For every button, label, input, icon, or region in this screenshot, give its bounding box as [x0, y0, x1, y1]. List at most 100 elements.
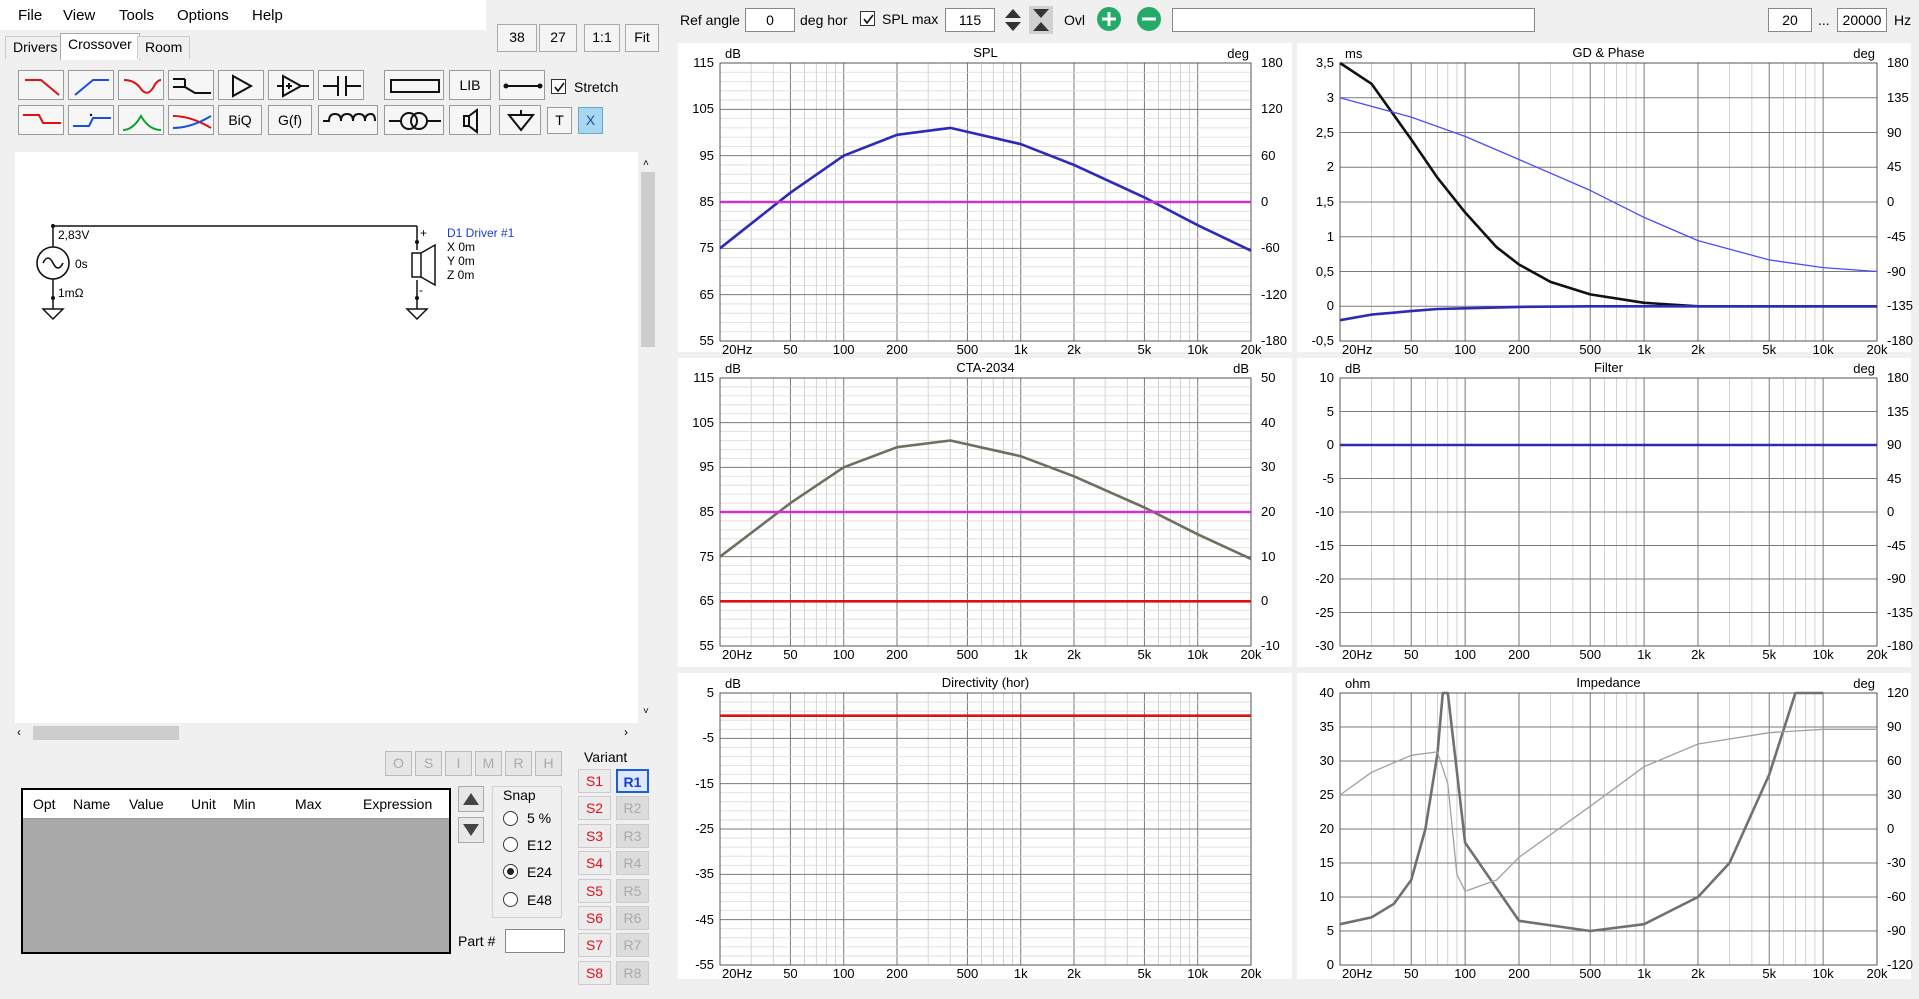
speaker-icon[interactable]	[449, 105, 491, 135]
stretch-checkbox[interactable]	[551, 79, 566, 94]
menu-tools[interactable]: Tools	[119, 7, 154, 24]
scroll-right-icon[interactable]: ›	[624, 725, 628, 739]
spl-max-input[interactable]: 115	[945, 8, 995, 32]
variant-r2-button[interactable]: R2	[616, 796, 649, 821]
gf-icon[interactable]: G(f)	[268, 105, 312, 135]
menu-help[interactable]: Help	[252, 7, 283, 24]
variant-r8-button[interactable]: R8	[616, 960, 649, 985]
scroll-down-icon[interactable]: ˅	[643, 706, 649, 717]
capacitor-icon[interactable]	[318, 70, 364, 100]
part-number-input[interactable]	[505, 929, 565, 953]
chart-panel-3[interactable]	[1297, 358, 1911, 667]
menu-view[interactable]: View	[63, 7, 95, 24]
amplifier-icon[interactable]	[218, 70, 264, 100]
freq-min-input[interactable]: 20	[1768, 8, 1812, 32]
chart-panel-0[interactable]	[678, 43, 1292, 352]
variant-s8-button[interactable]: S8	[578, 960, 611, 985]
wire-icon[interactable]	[499, 70, 545, 100]
horizontal-scroll-thumb[interactable]	[33, 726, 179, 740]
col-name[interactable]: Name	[73, 796, 110, 812]
menu-options[interactable]: Options	[177, 7, 229, 24]
variant-r4-button[interactable]: R4	[616, 851, 649, 876]
zoom-27-button[interactable]: 27	[539, 24, 577, 52]
ref-angle-input[interactable]: 0	[745, 8, 795, 32]
lowpass-alt-icon[interactable]	[18, 105, 64, 135]
col-unit[interactable]: Unit	[191, 796, 216, 812]
canvas-vertical-scrollbar[interactable]: ˄ ˅	[638, 152, 658, 723]
chart-panel-2[interactable]	[678, 358, 1292, 667]
chart-title: SPL	[973, 45, 998, 60]
snap-e12-radio[interactable]	[503, 837, 518, 852]
col-opt[interactable]: Opt	[33, 796, 56, 812]
variant-s5-button[interactable]: S5	[578, 878, 611, 903]
highpass-alt-icon[interactable]	[68, 105, 114, 135]
snap-e24-radio[interactable]	[503, 864, 518, 879]
allpass-icon[interactable]	[168, 105, 214, 135]
t-button[interactable]: T	[547, 107, 572, 134]
variant-s6-button[interactable]: S6	[578, 906, 611, 930]
opt-s-button[interactable]: S	[415, 751, 442, 776]
bandpass-icon[interactable]	[118, 105, 164, 135]
variant-s3-button[interactable]: S3	[578, 823, 611, 848]
opt-i-button[interactable]: I	[445, 751, 472, 776]
col-max[interactable]: Max	[295, 796, 321, 812]
minus-icon[interactable]	[1134, 5, 1164, 33]
zoom-38-button[interactable]: 38	[497, 24, 537, 52]
chart-panel-1[interactable]	[1297, 43, 1911, 352]
chart-panel-5[interactable]	[1297, 673, 1911, 979]
canvas-horizontal-scrollbar[interactable]: ‹ ›	[15, 723, 638, 743]
snap-5pct-radio[interactable]	[503, 811, 518, 826]
tab-crossover[interactable]: Crossover	[60, 33, 140, 60]
col-expression[interactable]: Expression	[363, 796, 432, 812]
spin-up-down-icon[interactable]	[1001, 6, 1025, 34]
opt-m-button[interactable]: M	[475, 751, 502, 776]
col-value[interactable]: Value	[129, 796, 164, 812]
driver-name[interactable]: D1 Driver #1	[447, 226, 514, 240]
inductor-icon[interactable]	[318, 105, 378, 135]
plus-icon[interactable]	[1094, 5, 1124, 33]
tab-room[interactable]: Room	[137, 36, 191, 59]
variant-r1-button[interactable]: R1	[616, 769, 649, 793]
opt-o-button[interactable]: O	[385, 751, 412, 776]
move-down-button[interactable]	[458, 817, 484, 843]
variant-r7-button[interactable]: R7	[616, 933, 649, 958]
chart-panel-4[interactable]	[678, 673, 1292, 979]
variant-s4-button[interactable]: S4	[578, 851, 611, 876]
move-up-button[interactable]	[458, 786, 484, 812]
vertical-scroll-thumb[interactable]	[641, 172, 655, 347]
shelf-icon[interactable]	[168, 70, 214, 100]
transformer-icon[interactable]	[384, 105, 444, 135]
bandstop-icon[interactable]	[118, 70, 164, 100]
variant-s7-button[interactable]: S7	[578, 933, 611, 958]
tab-drivers[interactable]: Drivers	[5, 36, 66, 59]
scroll-up-icon[interactable]: ˄	[643, 158, 649, 169]
opt-h-button[interactable]: H	[535, 751, 562, 776]
highpass-icon[interactable]	[68, 70, 114, 100]
zoom-fit-button[interactable]: Fit	[625, 24, 659, 52]
buffer-icon[interactable]	[268, 70, 314, 100]
spin-collapse-icon[interactable]	[1029, 6, 1053, 34]
snap-e48-radio[interactable]	[503, 892, 518, 907]
zoom-1to1-button[interactable]: 1:1	[584, 24, 620, 52]
biq-icon[interactable]: BiQ	[218, 105, 262, 135]
spl-max-checkbox[interactable]	[860, 11, 875, 26]
variant-r6-button[interactable]: R6	[616, 906, 649, 930]
overlay-input[interactable]	[1172, 8, 1535, 32]
x-button[interactable]: X	[578, 107, 603, 134]
part-table[interactable]: Opt Name Value Unit Min Max Expression	[21, 788, 451, 954]
variant-s2-button[interactable]: S2	[578, 796, 611, 821]
variant-r5-button[interactable]: R5	[616, 878, 649, 903]
y2-tick-label: -135	[1887, 298, 1914, 314]
scroll-left-icon[interactable]: ‹	[17, 725, 21, 739]
resistor-icon[interactable]	[384, 70, 444, 100]
schematic-canvas[interactable]: 2,83V 0s 1mΩ + - D1 Driver #1 X 0m Y 0m …	[15, 152, 638, 723]
col-min[interactable]: Min	[233, 796, 256, 812]
freq-max-input[interactable]: 20000	[1837, 8, 1887, 32]
lowpass-icon[interactable]	[18, 70, 64, 100]
opt-r-button[interactable]: R	[505, 751, 532, 776]
lib-icon[interactable]: LIB	[449, 70, 491, 100]
ground-icon[interactable]	[499, 105, 541, 135]
menu-file[interactable]: File	[18, 7, 42, 24]
variant-r3-button[interactable]: R3	[616, 823, 649, 848]
variant-s1-button[interactable]: S1	[578, 769, 611, 793]
